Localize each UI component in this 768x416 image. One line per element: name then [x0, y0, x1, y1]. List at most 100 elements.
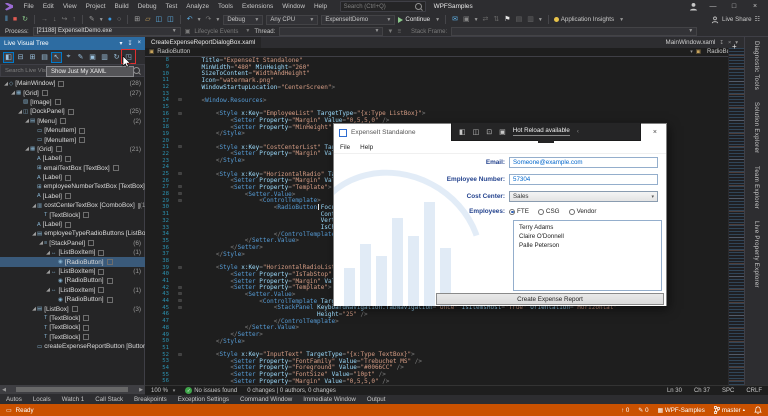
- side-tab-team-explorer[interactable]: Team Explorer: [753, 166, 760, 209]
- tree-node-radiobutton[interactable]: ◉[RadioButton]: [0, 295, 145, 304]
- tree-node-grid[interactable]: ◢▦[Grid](21): [0, 145, 145, 154]
- list-item[interactable]: Terry Adams: [514, 223, 661, 232]
- feedback-smiley-icon[interactable]: ☷: [755, 16, 760, 23]
- save-icon[interactable]: ◫: [154, 16, 163, 23]
- tree-node-label[interactable]: A[Label]: [0, 220, 145, 229]
- list-disabled-icon-1[interactable]: ▤: [515, 16, 524, 23]
- radio-vendor[interactable]: Vendor: [569, 208, 597, 215]
- menu-test[interactable]: Test: [161, 3, 182, 10]
- process-dropdown[interactable]: [21188] ExpenseItDemo.exe▼: [33, 27, 181, 36]
- continue-button[interactable]: Continue▼: [398, 16, 440, 23]
- menu-project[interactable]: Project: [81, 3, 110, 10]
- pin-icon[interactable]: ↧: [127, 40, 132, 47]
- fold-marker-icon[interactable]: ⊟: [173, 144, 187, 150]
- tree-node-createexpensereportbuttonbutton[interactable]: ▭createExpenseReportButton [Button]: [0, 342, 145, 351]
- menu-view[interactable]: View: [58, 3, 81, 10]
- minimize-button[interactable]: —: [707, 3, 719, 10]
- screenshot-icon[interactable]: ▣: [462, 16, 471, 23]
- display-adorners-icon[interactable]: ⌖: [63, 52, 74, 63]
- codelens-changes[interactable]: 0 changes | 0 authors, 0 changes: [247, 388, 336, 394]
- issues-indicator[interactable]: ✓ No issues found: [185, 387, 237, 394]
- tree-node-employeetyperadiobuttonslistbox[interactable]: ◢▤employeeTypeRadioButtons [ListBox](7): [0, 229, 145, 238]
- refresh-disabled-icon[interactable]: ⇄: [482, 16, 490, 23]
- sync-disabled-icon[interactable]: ⇅: [492, 16, 500, 23]
- scroll-right-icon[interactable]: ▶: [137, 387, 145, 393]
- app-close-button[interactable]: ×: [653, 129, 657, 136]
- fold-marker-icon[interactable]: ⊟: [173, 352, 187, 358]
- fold-marker-icon[interactable]: ⊟: [173, 298, 187, 304]
- quick-search-input[interactable]: Search (Ctrl+Q): [340, 1, 426, 12]
- tree-node-mainwindow[interactable]: ◢◇[MainWindow](28): [0, 79, 145, 88]
- eol-indicator[interactable]: CRLF: [746, 388, 762, 394]
- stack-a-icon[interactable]: ▣: [87, 52, 98, 63]
- tree-node-menuitem[interactable]: ▭[MenuItem]: [0, 135, 145, 144]
- menu-analyze[interactable]: Analyze: [182, 3, 214, 10]
- collapse-chevron-icon[interactable]: ‹: [577, 129, 579, 135]
- tree-node-listboxitem[interactable]: ◢↔[ListBoxItem](1): [0, 286, 145, 295]
- menu-file[interactable]: File: [19, 3, 38, 10]
- bottom-tab-watch-1[interactable]: Watch 1: [62, 396, 84, 403]
- feedback-icon[interactable]: ✉: [451, 16, 459, 23]
- save-all-icon[interactable]: ◫: [166, 16, 175, 23]
- bottom-tab-exception-settings[interactable]: Exception Settings: [178, 396, 229, 403]
- fold-marker-icon[interactable]: ⊟: [173, 191, 187, 197]
- edit-pencil-icon[interactable]: ✎: [88, 16, 96, 23]
- stack-b-icon[interactable]: ▥: [99, 52, 110, 63]
- layout-adorners-icon[interactable]: ⊟: [15, 52, 26, 63]
- fold-marker-icon[interactable]: ⊟: [173, 97, 187, 103]
- tree-node-listboxitem[interactable]: ◢↔[ListBoxItem](1): [0, 248, 145, 257]
- account-avatar-icon[interactable]: [689, 2, 698, 11]
- push-indicator[interactable]: ↑ 0: [621, 407, 629, 414]
- track-current-element-icon[interactable]: ⊞: [27, 52, 38, 63]
- tree-node-image[interactable]: ▨[Image]: [0, 98, 145, 107]
- menu-extensions[interactable]: Extensions: [237, 3, 277, 10]
- bottom-tab-command-window[interactable]: Command Window: [240, 396, 292, 403]
- tree-node-label[interactable]: A[Label]: [0, 192, 145, 201]
- step-into-icon[interactable]: ↓: [52, 16, 58, 23]
- close-panel-icon[interactable]: ×: [137, 40, 141, 47]
- show-next-statement-icon[interactable]: →: [40, 16, 49, 23]
- fold-marker-icon[interactable]: ⊟: [173, 111, 187, 117]
- pending-edits-indicator[interactable]: ✎ 0: [638, 407, 648, 414]
- display-layout-adorners-icon[interactable]: ⊡: [486, 128, 492, 136]
- breadcrumb-element[interactable]: RadioButton: [157, 49, 190, 55]
- chevron-down-icon[interactable]: ▾: [690, 49, 693, 55]
- bottom-tab-locals[interactable]: Locals: [33, 396, 51, 403]
- new-window-icon[interactable]: ⊞: [133, 16, 141, 23]
- select-element-icon[interactable]: ◧: [3, 52, 14, 63]
- lifecycle-events-button[interactable]: Lifecycle Events: [194, 28, 238, 35]
- step-over-icon[interactable]: ↪: [61, 16, 69, 23]
- tree-node-label[interactable]: A[Label]: [0, 173, 145, 182]
- bottom-tab-output[interactable]: Output: [367, 396, 386, 403]
- fold-marker-icon[interactable]: ⊟: [173, 285, 187, 291]
- bookmark-icon[interactable]: ⚑: [503, 16, 511, 23]
- horizontal-scrollbar[interactable]: ◀ ▶: [0, 385, 145, 394]
- go-to-live-visual-tree-icon[interactable]: ◧: [459, 128, 466, 136]
- scrollbar-thumb[interactable]: [16, 387, 128, 392]
- menu-edit[interactable]: Edit: [38, 3, 58, 10]
- menu-debug[interactable]: Debug: [133, 3, 161, 10]
- list-item[interactable]: Claire O'Donnell: [514, 232, 661, 241]
- tree-node-radiobutton[interactable]: ◉[RadioButton]: [0, 257, 145, 266]
- application-insights-button[interactable]: Application Insights▼: [554, 16, 624, 23]
- list-item[interactable]: Palle Peterson: [514, 241, 661, 250]
- pause-icon[interactable]: ‖: [4, 16, 9, 23]
- thread-dropdown[interactable]: ▼: [279, 27, 383, 36]
- events-icon[interactable]: ○: [116, 16, 122, 23]
- tree-node-dockpanel[interactable]: ◢◫[DockPanel](25): [0, 107, 145, 116]
- fold-marker-icon[interactable]: ⊟: [173, 291, 187, 297]
- cost-center-dropdown[interactable]: Sales▾: [509, 191, 658, 202]
- notifications-bell-icon[interactable]: [754, 406, 762, 415]
- track-focused-element-icon[interactable]: ▣: [499, 128, 506, 136]
- undo-icon[interactable]: ↶: [186, 16, 194, 23]
- fold-marker-icon[interactable]: ⊟: [173, 305, 187, 311]
- tree-node-listbox[interactable]: ◢▤[ListBox](3): [0, 304, 145, 313]
- tree-node-textblock[interactable]: T[TextBlock]: [0, 333, 145, 342]
- tree-node-costcentertextboxcombobox[interactable]: ◢▥costCenterTextBox [ComboBox](1): [0, 201, 145, 210]
- step-out-icon[interactable]: ↑: [71, 16, 77, 23]
- branch-indicator[interactable]: master▴: [714, 406, 745, 414]
- fold-marker-icon[interactable]: ⊟: [173, 198, 187, 204]
- tree-node-stackpanel[interactable]: ◢≡[StackPanel](6): [0, 239, 145, 248]
- redo-icon[interactable]: ↷: [205, 16, 213, 23]
- repository-indicator[interactable]: ▦ WPF-Samples: [658, 407, 705, 414]
